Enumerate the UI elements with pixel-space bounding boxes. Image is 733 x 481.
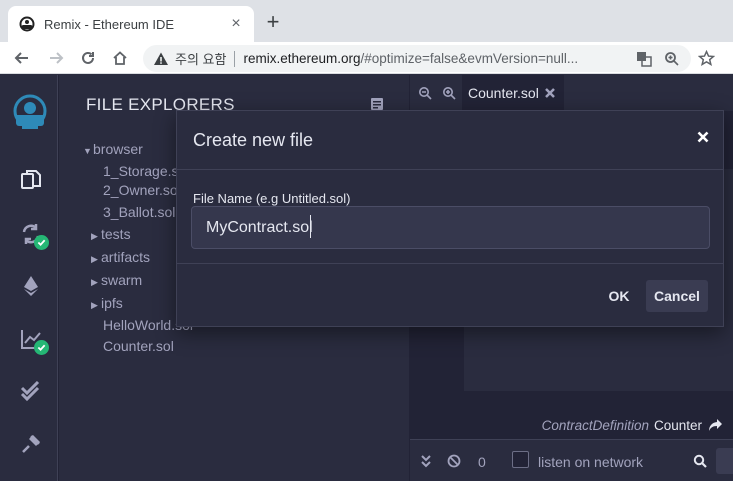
zoom-icon[interactable] bbox=[663, 50, 681, 68]
browser-toolbar: 주의 요함 remix.ethereum.org/#optimize=false… bbox=[0, 42, 733, 74]
collapse-terminal-icon[interactable] bbox=[418, 453, 434, 469]
url-host: remix.ethereum.org bbox=[243, 51, 361, 66]
file-name-input[interactable] bbox=[191, 206, 710, 249]
compiler-icon[interactable] bbox=[17, 220, 49, 250]
new-tab-button[interactable]: + bbox=[262, 11, 284, 33]
tree-item-label: browser bbox=[93, 141, 143, 157]
terminal-search-input[interactable] bbox=[716, 448, 733, 474]
modal-close-icon[interactable] bbox=[695, 129, 711, 145]
pending-tx-count: 0 bbox=[478, 454, 486, 470]
tree-item-label: swarm bbox=[101, 272, 143, 288]
caret-right-icon: ▶ bbox=[91, 254, 98, 264]
caret-right-icon: ▶ bbox=[91, 277, 98, 287]
create-file-modal: Create new file File Name (e.g Untitled.… bbox=[176, 110, 724, 327]
back-icon[interactable] bbox=[11, 47, 33, 69]
compiler-success-badge-icon bbox=[34, 235, 49, 250]
file-name-label: File Name (e.g Untitled.sol) bbox=[193, 191, 351, 206]
tree-item-label: 3_Ballot.sol bbox=[103, 204, 176, 220]
editor-tab-counter[interactable]: Counter.sol bbox=[462, 75, 564, 111]
terminal-bar: 0 listen on network bbox=[410, 439, 733, 481]
panel-menu-icon[interactable] bbox=[370, 97, 384, 111]
browser-tab-close-icon[interactable]: × bbox=[228, 16, 244, 32]
bookmark-star-icon[interactable] bbox=[696, 48, 716, 68]
clear-console-icon[interactable] bbox=[446, 453, 462, 469]
modal-body: File Name (e.g Untitled.sol) bbox=[177, 171, 723, 264]
search-icon[interactable] bbox=[692, 453, 708, 469]
translate-icon[interactable] bbox=[635, 50, 653, 68]
editor-tab-close-icon[interactable] bbox=[542, 85, 558, 101]
tree-folder[interactable]: ▶ ipfs bbox=[91, 295, 123, 311]
plugin-manager-icon[interactable] bbox=[17, 430, 45, 458]
tree-item-label: 2_Owner.sol bbox=[103, 182, 181, 198]
tree-folder[interactable]: ▶ artifacts bbox=[91, 249, 150, 265]
cancel-button[interactable]: Cancel bbox=[646, 280, 708, 312]
address-bar[interactable]: 주의 요함 remix.ethereum.org/#optimize=false… bbox=[143, 45, 691, 72]
modal-title: Create new file bbox=[193, 130, 314, 150]
forward-icon[interactable] bbox=[45, 47, 67, 69]
browser-tabstrip: Remix - Ethereum IDE × + bbox=[0, 0, 733, 42]
home-icon[interactable] bbox=[109, 47, 131, 69]
url-text[interactable]: remix.ethereum.org/#optimize=false&evmVe… bbox=[243, 51, 635, 66]
browser-tab-remix[interactable]: Remix - Ethereum IDE × bbox=[8, 6, 254, 42]
testing-double-check-icon[interactable] bbox=[17, 377, 45, 405]
analysis-success-badge-icon bbox=[34, 340, 49, 355]
ast-context-bar: ContractDefinition Counter bbox=[410, 411, 733, 439]
browser-tab-title: Remix - Ethereum IDE bbox=[44, 16, 175, 32]
listen-network-label[interactable]: listen on network bbox=[538, 454, 643, 470]
zoom-out-icon[interactable] bbox=[417, 85, 433, 101]
ok-button[interactable]: OK bbox=[599, 280, 639, 312]
remix-favicon-icon bbox=[19, 16, 35, 32]
modal-footer: OK Cancel bbox=[177, 265, 723, 327]
icon-panel bbox=[0, 75, 58, 481]
tree-item-label: Counter.sol bbox=[103, 338, 174, 354]
security-status-label[interactable]: 주의 요함 bbox=[175, 49, 226, 68]
caret-right-icon: ▶ bbox=[91, 231, 98, 241]
ast-node-name: Counter bbox=[653, 417, 702, 433]
tree-folder-browser[interactable]: ▼browser bbox=[83, 141, 143, 157]
ast-node-kind: ContractDefinition bbox=[541, 417, 649, 433]
modal-header: Create new file bbox=[177, 111, 723, 170]
caret-down-icon: ▼ bbox=[83, 146, 92, 156]
caret-right-icon: ▶ bbox=[91, 300, 98, 310]
url-path: /#optimize=false&evmVersion=null... bbox=[360, 51, 579, 66]
editor-tab-label: Counter.sol bbox=[468, 85, 539, 101]
tree-folder[interactable]: ▶ tests bbox=[91, 226, 131, 242]
tree-folder[interactable]: ▶ swarm bbox=[91, 272, 142, 288]
reload-icon[interactable] bbox=[77, 47, 99, 69]
tree-file[interactable]: Counter.sol bbox=[103, 338, 174, 354]
tree-file[interactable]: 3_Ballot.sol bbox=[103, 204, 175, 220]
tree-item-label: tests bbox=[101, 226, 131, 242]
text-cursor bbox=[310, 215, 311, 238]
analysis-icon[interactable] bbox=[17, 325, 49, 355]
remix-logo-icon[interactable] bbox=[10, 93, 50, 133]
share-arrow-icon[interactable] bbox=[708, 418, 723, 432]
address-separator bbox=[234, 50, 236, 67]
editor-tabs: Counter.sol bbox=[410, 75, 733, 111]
deploy-run-icon[interactable] bbox=[17, 272, 45, 300]
warning-icon[interactable] bbox=[153, 51, 169, 67]
file-explorer-icon[interactable] bbox=[17, 166, 45, 194]
tree-file[interactable]: 2_Owner.sol bbox=[103, 182, 181, 198]
tree-item-label: ipfs bbox=[101, 295, 123, 311]
zoom-in-icon[interactable] bbox=[441, 85, 457, 101]
listen-network-checkbox[interactable] bbox=[512, 451, 529, 468]
tree-item-label: artifacts bbox=[101, 249, 151, 265]
